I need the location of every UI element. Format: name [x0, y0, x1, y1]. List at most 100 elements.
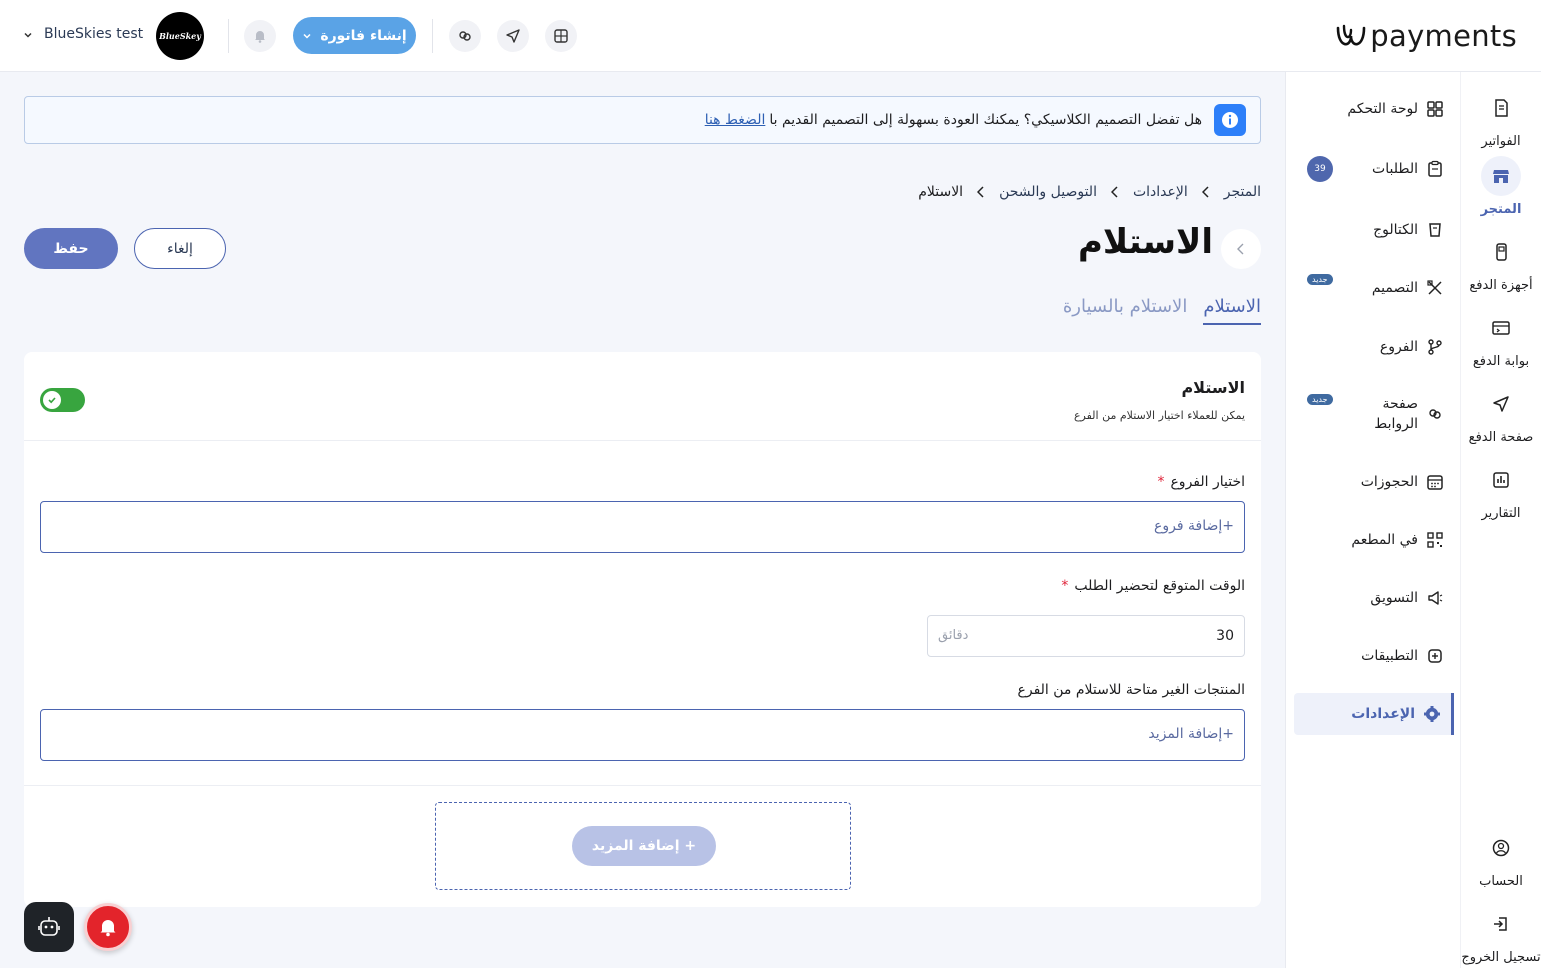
- breadcrumb-store[interactable]: المتجر: [1224, 184, 1261, 200]
- store-icon: [1481, 156, 1521, 196]
- toolbar-divider: [228, 19, 229, 53]
- rail-item-account[interactable]: الحساب: [1461, 828, 1541, 889]
- sidebar-item-dine-in[interactable]: في المطعم: [1294, 519, 1454, 561]
- chevron-down-icon[interactable]: [22, 29, 34, 41]
- branches-selector[interactable]: +إضافة فروع: [40, 501, 1245, 553]
- sidebar-item-dashboard[interactable]: لوحة التحكم: [1294, 88, 1454, 130]
- sidebar-item-label: في المطعم: [1351, 532, 1418, 548]
- card-header: الاستلام يمكن للعملاء اختيار الاستلام من…: [24, 352, 1261, 441]
- pos-device-icon: [1481, 232, 1521, 272]
- toggle-knob: [43, 391, 61, 409]
- new-badge: جديد: [1307, 274, 1333, 285]
- rail-label: أجهزة الدفع: [1469, 278, 1533, 293]
- breadcrumb: المتجر الإعدادات التوصيل والشحن الاستلام: [918, 184, 1261, 200]
- prep-time-unit: دقائق: [938, 628, 969, 643]
- back-button[interactable]: [1221, 229, 1261, 269]
- prep-time-value: 30: [1216, 628, 1234, 644]
- sidebar-item-marketing[interactable]: التسويق: [1294, 577, 1454, 619]
- breadcrumb-delivery[interactable]: التوصيل والشحن: [999, 184, 1097, 200]
- logout-icon: [1481, 904, 1521, 944]
- rail-label: بوابة الدفع: [1472, 354, 1530, 369]
- pickup-tabs: الاستلام الاستلام بالسيارة: [1063, 296, 1261, 325]
- tab-curbside-pickup[interactable]: الاستلام بالسيارة: [1063, 296, 1187, 325]
- rail-item-payment-page[interactable]: صفحة الدفع: [1461, 384, 1541, 445]
- new-badge: جديد: [1307, 394, 1333, 405]
- apps-grid-button[interactable]: [545, 20, 577, 52]
- prep-time-input[interactable]: 30 دقائق: [927, 615, 1245, 657]
- card-subtitle: يمكن للعملاء اختيار الاستلام من الفرع: [1073, 409, 1245, 422]
- rail-item-invoices[interactable]: الفواتير: [1461, 88, 1541, 149]
- sidebar-item-link-page[interactable]: جديد صفحة الروابط: [1294, 392, 1454, 436]
- link-button[interactable]: [449, 20, 481, 52]
- info-icon: [1214, 104, 1246, 136]
- rail-item-pos-devices[interactable]: أجهزة الدفع: [1461, 232, 1541, 293]
- sidebar-item-apps[interactable]: التطبيقات: [1294, 635, 1454, 677]
- brand-logo-mark: [1336, 24, 1366, 46]
- top-bar: payments إنشاء فاتورة BlueSkey BlueSkies…: [0, 0, 1541, 72]
- send-icon: [506, 29, 520, 43]
- account-icon: [1481, 828, 1521, 868]
- divider: [24, 785, 1261, 786]
- account-name[interactable]: BlueSkies testi...: [44, 26, 144, 42]
- classic-design-link[interactable]: الضغط هنا: [705, 112, 766, 128]
- breadcrumb-current: الاستلام: [918, 184, 964, 200]
- bot-icon: [38, 917, 60, 936]
- sidebar-item-label: لوحة التحكم: [1347, 101, 1418, 117]
- avatar[interactable]: BlueSkey: [156, 12, 204, 60]
- banner-message: هل تفضل التصميم الكلاسيكي؟ يمكنك العودة …: [769, 112, 1202, 128]
- branches-label-text: اختيار الفروع: [1170, 474, 1245, 490]
- sidebar-item-label: الحجوزات: [1360, 474, 1418, 490]
- dashboard-icon: [1427, 101, 1443, 117]
- chevron-left-icon: [1237, 243, 1244, 255]
- notifications-button[interactable]: [244, 20, 276, 52]
- links-icon: [1429, 409, 1441, 419]
- pickup-enabled-toggle[interactable]: [40, 388, 85, 412]
- add-more-button[interactable]: + إضافة المزيد: [572, 826, 716, 866]
- megaphone-icon: [1428, 591, 1443, 605]
- orders-icon: [1428, 160, 1442, 177]
- rail-label: صفحة الدفع: [1468, 430, 1534, 445]
- sidebar-item-label: التطبيقات: [1361, 648, 1418, 664]
- sidebar-item-label: التصميم: [1371, 280, 1418, 296]
- rail-item-logout[interactable]: تسجيل الخروج: [1461, 904, 1541, 965]
- cancel-button[interactable]: إلغاء: [134, 228, 226, 269]
- sidebar-item-design[interactable]: جديد التصميم: [1294, 267, 1454, 309]
- create-invoice-button[interactable]: إنشاء فاتورة: [293, 17, 416, 54]
- design-icon: [1427, 280, 1442, 295]
- card-title: الاستلام: [1181, 378, 1245, 397]
- gear-icon: [1424, 706, 1440, 722]
- rail-item-store[interactable]: المتجر: [1461, 156, 1541, 217]
- unavailable-products-selector[interactable]: +إضافة المزيد: [40, 709, 1245, 761]
- brand-logo[interactable]: payments: [1334, 16, 1517, 56]
- check-icon: [48, 397, 56, 404]
- rail-label: المتجر: [1480, 202, 1522, 217]
- apps-icon: [1428, 649, 1442, 663]
- branches-icon: [1428, 339, 1442, 355]
- send-button[interactable]: [497, 20, 529, 52]
- bell-icon: [100, 920, 116, 937]
- chevron-down-icon: [303, 33, 311, 39]
- chat-support-button[interactable]: [24, 902, 74, 952]
- sidebar-item-label: صفحة الروابط: [1374, 396, 1418, 432]
- sidebar-item-branches[interactable]: الفروع: [1294, 326, 1454, 368]
- rail-item-payment-gateway[interactable]: بوابة الدفع: [1461, 308, 1541, 369]
- sidebar-item-settings[interactable]: الإعدادات: [1294, 693, 1454, 735]
- unavailable-products-label: المنتجات الغير متاحة للاستلام من الفرع: [1017, 682, 1245, 698]
- reports-icon: [1481, 460, 1521, 500]
- add-branches-placeholder: +إضافة فروع: [1154, 518, 1234, 534]
- branches-label: اختيار الفروع *: [1157, 474, 1245, 490]
- save-button[interactable]: حفظ: [24, 228, 118, 269]
- pickup-settings-card: الاستلام يمكن للعملاء اختيار الاستلام من…: [24, 352, 1261, 907]
- sidebar-item-bookings[interactable]: الحجوزات: [1294, 461, 1454, 503]
- sidebar-item-label: الطلبات: [1372, 161, 1418, 177]
- rail-item-reports[interactable]: التقارير: [1461, 460, 1541, 521]
- qr-icon: [1427, 532, 1443, 548]
- invoice-icon: [1481, 88, 1521, 128]
- sidebar-item-orders[interactable]: 39 الطلبات: [1294, 148, 1454, 190]
- required-mark: *: [1157, 474, 1165, 490]
- chevron-left-icon: [1201, 186, 1209, 198]
- push-notification-button[interactable]: [84, 903, 132, 951]
- sidebar-item-catalog[interactable]: الكتالوج: [1294, 209, 1454, 251]
- tab-pickup[interactable]: الاستلام: [1203, 296, 1261, 325]
- breadcrumb-settings[interactable]: الإعدادات: [1133, 184, 1188, 200]
